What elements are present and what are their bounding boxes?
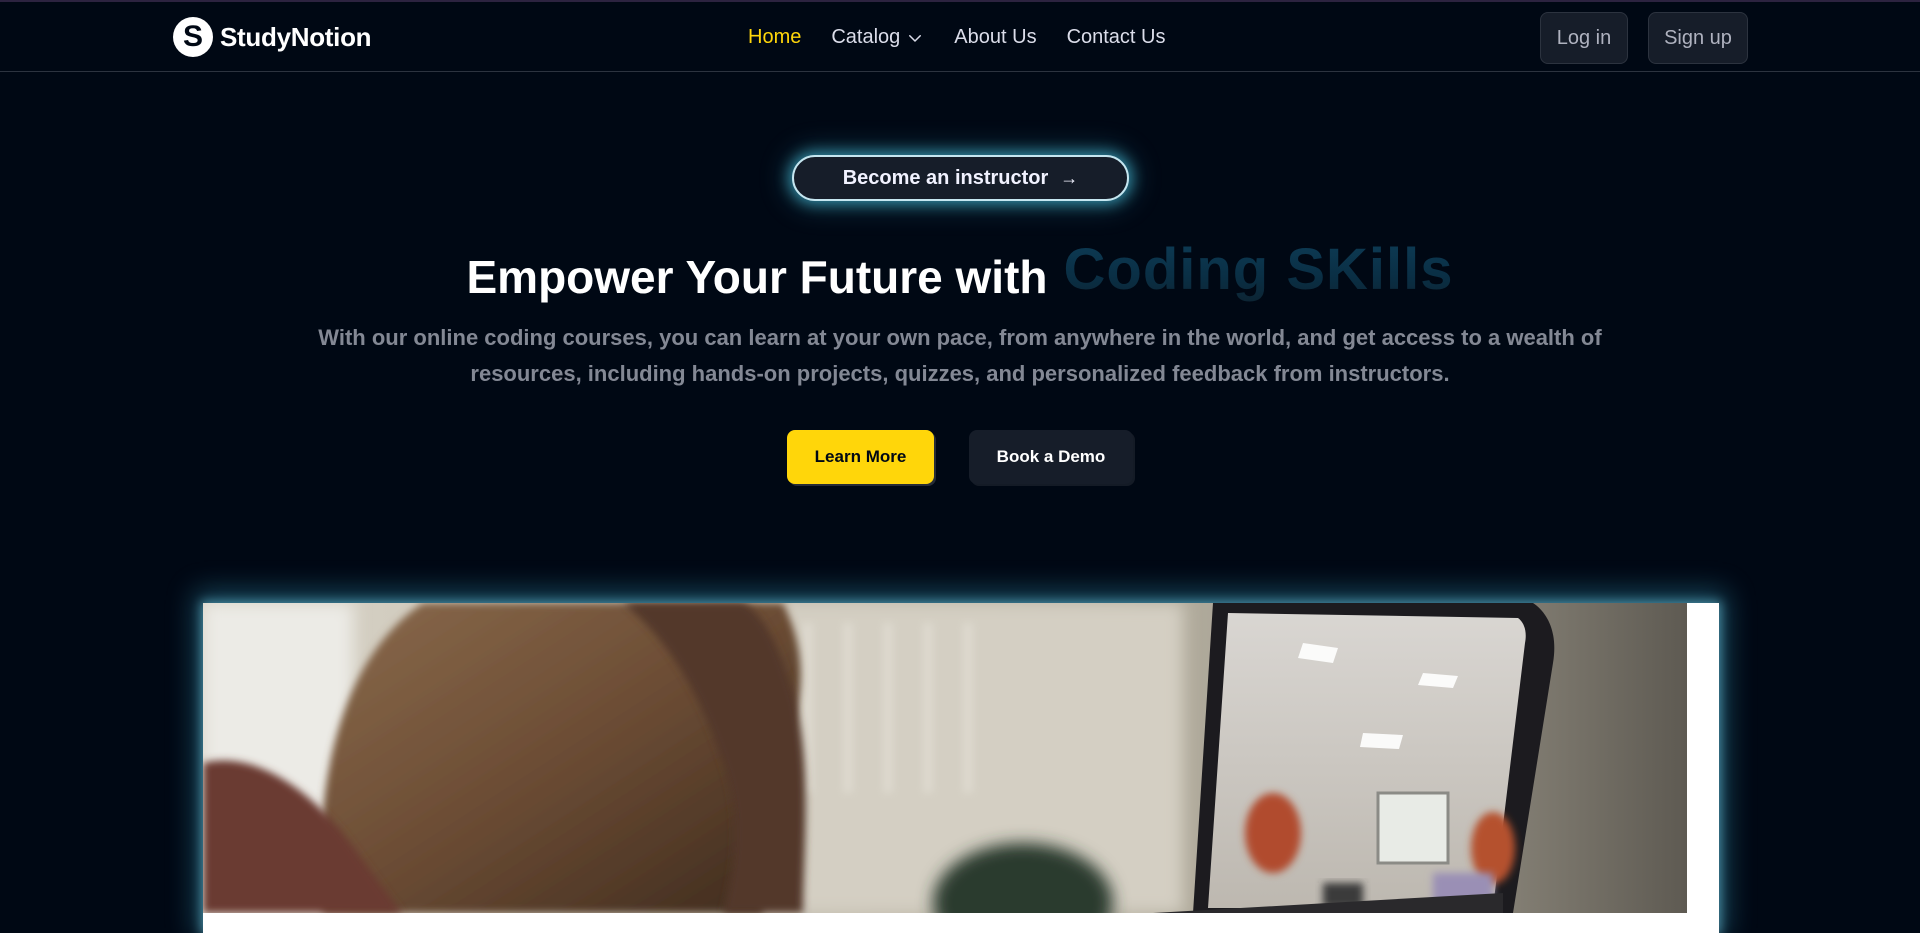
nav-links: Home Catalog About Us Contact Us	[748, 26, 1166, 49]
navbar: S StudyNotion Home Catalog About Us Cont…	[0, 2, 1920, 72]
brand-name: StudyNotion	[220, 21, 372, 52]
logo-icon: S	[173, 17, 213, 57]
nav-item-home[interactable]: Home	[748, 26, 801, 49]
headline-text: Empower Your Future with	[466, 251, 1048, 303]
hero-subtitle: With our online coding courses, you can …	[318, 325, 1602, 386]
chevron-down-icon	[909, 34, 922, 42]
hero-headline: Empower Your Future with Coding SKills	[0, 237, 1920, 307]
become-instructor-label: Become an instructor	[842, 166, 1049, 189]
nav-item-catalog-label: Catalog	[831, 26, 901, 48]
nav-item-about[interactable]: About Us	[954, 26, 1036, 49]
nav-item-contact[interactable]: Contact Us	[1067, 26, 1166, 49]
arrow-right-icon: →	[1060, 167, 1079, 188]
hero-video-scene	[203, 603, 1555, 913]
learn-more-button[interactable]: Learn More	[787, 430, 934, 484]
hero-video[interactable]	[203, 603, 1687, 913]
nav-item-catalog[interactable]: Catalog	[831, 26, 924, 49]
signup-button[interactable]: Sign up	[1648, 12, 1748, 64]
headline-accent: Coding SKills	[1063, 237, 1454, 302]
hero-video-frame	[203, 603, 1719, 933]
book-demo-button[interactable]: Book a Demo	[969, 430, 1133, 484]
login-button[interactable]: Log in	[1540, 12, 1628, 64]
logo[interactable]: S StudyNotion	[173, 17, 372, 57]
become-instructor-button[interactable]: Become an instructor →	[792, 155, 1129, 201]
